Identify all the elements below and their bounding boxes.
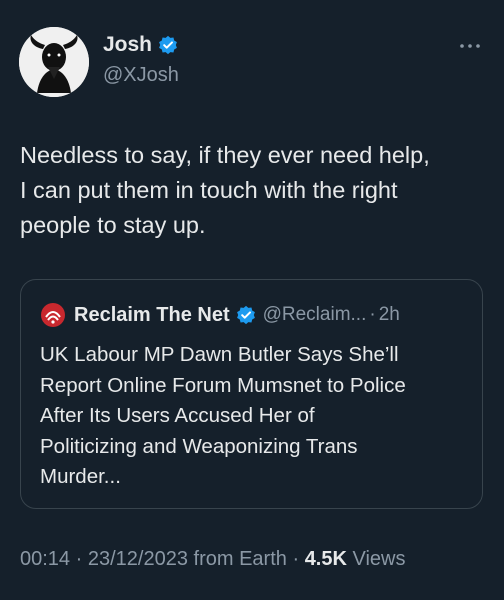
tweet-date[interactable]: 23/12/2023 bbox=[88, 548, 188, 570]
quoted-account-name: Reclaim The Net bbox=[74, 303, 230, 326]
quoted-tweet-text: UK Labour MP Dawn Butler Says She’ll Rep… bbox=[40, 343, 406, 488]
bull-silhouette-avatar-icon bbox=[19, 27, 89, 97]
meta-separator: · bbox=[292, 548, 300, 570]
views-label: Views bbox=[352, 548, 406, 570]
tweet-source: from Earth bbox=[193, 548, 287, 570]
quoted-tweet-header: Reclaim The Net @Reclaim... · 2h bbox=[40, 302, 400, 328]
author-display-name[interactable]: Josh bbox=[103, 32, 152, 58]
author-handle[interactable]: @XJosh bbox=[103, 62, 179, 88]
avatar[interactable] bbox=[19, 27, 89, 97]
tweet-text: Needless to say, if they ever need help,… bbox=[20, 142, 430, 238]
verified-badge-icon bbox=[236, 305, 255, 325]
author-name-row: Josh bbox=[103, 32, 178, 58]
reclaim-the-net-logo-icon bbox=[41, 303, 65, 327]
tweet-metadata: 00:14 · 23/12/2023 from Earth · 4.5K Vie… bbox=[20, 548, 406, 571]
more-options-button[interactable] bbox=[458, 36, 482, 56]
tweet-time[interactable]: 00:14 bbox=[20, 548, 70, 570]
quoted-account-handle: @Reclaim... bbox=[262, 304, 367, 325]
more-horizontal-icon bbox=[460, 44, 480, 48]
quoted-timestamp: 2h bbox=[378, 304, 400, 325]
verified-badge-icon bbox=[159, 35, 177, 55]
quoted-separator: · bbox=[369, 304, 376, 325]
meta-separator: · bbox=[75, 548, 83, 570]
views-count[interactable]: 4.5K bbox=[305, 548, 347, 570]
quoted-tweet-card[interactable]: Reclaim The Net @Reclaim... · 2h UK Labo… bbox=[20, 279, 483, 509]
